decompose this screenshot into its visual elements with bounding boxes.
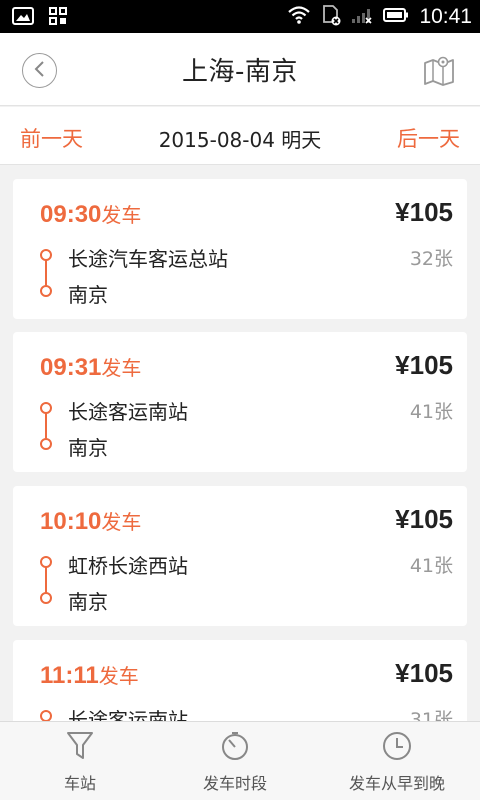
origin-station: 虹桥长途西站 xyxy=(68,554,188,578)
bottom-tab-bar: 车站 发车时段 发车从早到晚 xyxy=(0,721,480,800)
trip-card[interactable]: 09:30发车 ¥105 长途汽车客运总站 南京 32张 xyxy=(13,179,467,319)
map-button[interactable] xyxy=(422,53,456,87)
departure-time: 11:11发车 xyxy=(40,662,139,689)
tab-label: 发车从早到晚 xyxy=(348,774,445,793)
ticket-price: ¥105 xyxy=(395,658,453,688)
map-icon xyxy=(422,56,456,91)
departure-time: 09:30发车 xyxy=(40,201,142,228)
trip-card[interactable]: 10:10发车 ¥105 虹桥长途西站 南京 41张 xyxy=(13,486,467,626)
sim-card-icon xyxy=(321,4,341,30)
tab-sort-early-to-late[interactable]: 发车从早到晚 xyxy=(317,722,477,800)
destination-station: 南京 xyxy=(68,590,108,614)
apps-notification-icon xyxy=(48,6,68,30)
route-line-icon xyxy=(40,249,52,297)
route-line-icon xyxy=(40,710,52,721)
departure-time: 10:10发车 xyxy=(40,508,142,535)
departure-time: 09:31发车 xyxy=(40,354,142,381)
origin-station: 长途客运南站 xyxy=(68,708,188,721)
trip-card[interactable]: 09:31发车 ¥105 长途客运南站 南京 41张 xyxy=(13,332,467,472)
ticket-price: ¥105 xyxy=(395,504,453,534)
origin-station: 长途汽车客运总站 xyxy=(68,247,228,271)
wifi-icon xyxy=(287,5,311,28)
battery-icon xyxy=(383,7,409,27)
image-notification-icon xyxy=(12,6,34,30)
destination-station: 南京 xyxy=(68,436,108,460)
next-day-button[interactable]: 后一天 xyxy=(397,123,460,153)
trip-list[interactable]: 09:30发车 ¥105 长途汽车客运总站 南京 32张 09:31发车 ¥10… xyxy=(0,165,480,721)
ticket-price: ¥105 xyxy=(395,197,453,227)
seats-remaining: 41张 xyxy=(409,555,453,577)
origin-station: 长途客运南站 xyxy=(68,400,188,424)
route-line-icon xyxy=(40,402,52,450)
date-selector: 前一天 2015-08-04 明天 后一天 xyxy=(0,107,480,165)
seats-remaining: 31张 xyxy=(409,709,453,721)
tab-label: 发车时段 xyxy=(202,774,267,793)
page-title: 上海-南京 xyxy=(182,57,298,87)
filter-icon xyxy=(0,730,160,762)
tab-departure-period[interactable]: 发车时段 xyxy=(155,722,315,800)
timer-icon xyxy=(155,730,315,762)
trip-card[interactable]: 11:11发车 ¥105 长途客运南站 南京 31张 xyxy=(13,640,467,721)
route-line-icon xyxy=(40,556,52,604)
signal-icon xyxy=(351,6,373,28)
status-bar: 10:41 xyxy=(0,0,480,33)
seats-remaining: 32张 xyxy=(409,248,453,270)
header: 上海-南京 xyxy=(0,33,480,106)
tab-label: 车站 xyxy=(63,774,96,793)
destination-station: 南京 xyxy=(68,283,108,307)
status-time: 10:41 xyxy=(419,4,472,28)
tab-station-filter[interactable]: 车站 xyxy=(0,722,160,800)
clock-icon xyxy=(317,730,477,762)
seats-remaining: 41张 xyxy=(409,401,453,423)
ticket-price: ¥105 xyxy=(395,350,453,380)
